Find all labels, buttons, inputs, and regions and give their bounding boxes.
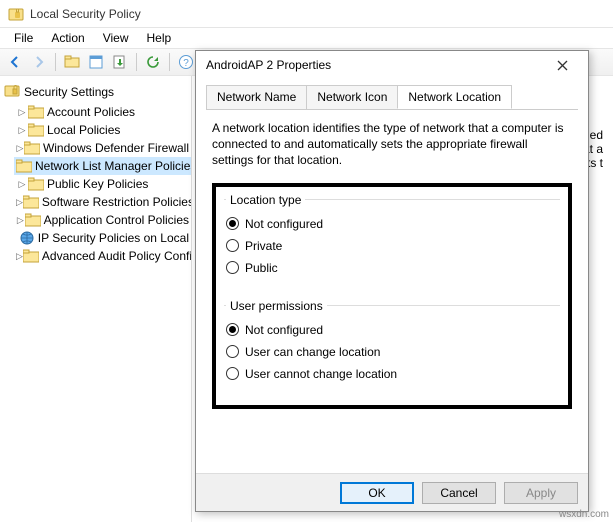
folder-button[interactable] <box>61 51 83 73</box>
dialog-titlebar[interactable]: AndroidAP 2 Properties <box>196 51 588 79</box>
radio-icon <box>226 323 239 336</box>
tree-item-application-control-policies[interactable]: ▷ Application Control Policies <box>14 211 191 229</box>
tree-panel: Security Settings ▷ Account Policies ▷ L… <box>0 76 192 522</box>
tree-item-public-key-policies[interactable]: ▷ Public Key Policies <box>14 175 191 193</box>
radio-label: User can change location <box>245 345 380 359</box>
svg-text:?: ? <box>183 58 189 69</box>
radio-icon <box>226 367 239 380</box>
tab-network-location[interactable]: Network Location <box>397 85 512 109</box>
radio-icon <box>226 261 239 274</box>
radio-label: User cannot change location <box>245 367 397 381</box>
tree-root[interactable]: Security Settings <box>0 80 191 103</box>
forward-button[interactable] <box>28 51 50 73</box>
radio-icon <box>226 217 239 230</box>
folder-icon <box>24 141 40 155</box>
tree-item-ip-security-policies[interactable]: IP Security Policies on Local <box>14 229 191 247</box>
dialog-tabs: Network Name Network Icon Network Locati… <box>196 79 588 109</box>
dialog-title: AndroidAP 2 Properties <box>206 58 546 72</box>
radio-not-configured-location[interactable]: Not configured <box>226 213 558 235</box>
tree-item-network-list-manager-policies[interactable]: Network List Manager Policies <box>14 157 191 175</box>
expand-icon[interactable]: ▷ <box>16 125 28 136</box>
radio-label: Not configured <box>245 323 323 337</box>
properties-button[interactable] <box>85 51 107 73</box>
expand-icon[interactable]: ▷ <box>16 215 25 226</box>
tree-item-label: Network List Manager Policies <box>35 159 191 173</box>
highlighted-region: Location type Not configured Private Pub… <box>212 183 572 409</box>
expand-icon[interactable]: ▷ <box>16 251 23 262</box>
tree-item-label: Public Key Policies <box>47 177 148 191</box>
close-button[interactable] <box>546 53 578 77</box>
tree-item-label: Account Policies <box>47 105 135 119</box>
expand-icon[interactable]: ▷ <box>16 107 28 118</box>
tree-item-local-policies[interactable]: ▷ Local Policies <box>14 121 191 139</box>
menu-view[interactable]: View <box>95 29 137 47</box>
tree-item-account-policies[interactable]: ▷ Account Policies <box>14 103 191 121</box>
refresh-button[interactable] <box>142 51 164 73</box>
radio-label: Not configured <box>245 217 323 231</box>
radio-user-cannot-change[interactable]: User cannot change location <box>226 363 558 385</box>
export-button[interactable] <box>109 51 131 73</box>
folder-icon <box>16 159 32 173</box>
expand-icon[interactable]: ▷ <box>16 179 28 190</box>
dialog-description: A network location identifies the type o… <box>212 120 572 169</box>
radio-user-can-change[interactable]: User can change location <box>226 341 558 363</box>
tree-item-label: Software Restriction Policies <box>42 195 191 209</box>
security-settings-icon <box>4 82 20 101</box>
menu-file[interactable]: File <box>6 29 41 47</box>
location-type-group: Location type Not configured Private Pub… <box>224 193 560 289</box>
folder-icon <box>23 249 39 263</box>
tree-item-label: IP Security Policies on Local <box>38 231 189 245</box>
dialog-body: A network location identifies the type o… <box>206 109 578 473</box>
apply-button[interactable]: Apply <box>504 482 578 504</box>
folder-icon <box>25 213 41 227</box>
menu-bar: File Action View Help <box>0 28 613 48</box>
folder-icon <box>28 105 44 119</box>
tree-item-label: Application Control Policies <box>44 213 189 227</box>
tree-item-label: Windows Defender Firewall <box>43 141 189 155</box>
folder-icon <box>28 123 44 137</box>
radio-public[interactable]: Public <box>226 257 558 279</box>
radio-icon <box>226 239 239 252</box>
tree-item-label: Advanced Audit Policy Configuration <box>42 249 191 263</box>
folder-icon <box>23 195 39 209</box>
ipsec-icon <box>19 230 35 246</box>
tab-network-name[interactable]: Network Name <box>206 85 307 109</box>
tree-item-software-restriction-policies[interactable]: ▷ Software Restriction Policies <box>14 193 191 211</box>
tree-root-label: Security Settings <box>24 85 114 99</box>
radio-icon <box>226 345 239 358</box>
dialog-buttons: OK Cancel Apply <box>196 473 588 511</box>
radio-label: Private <box>245 239 282 253</box>
tree-item-label: Local Policies <box>47 123 120 137</box>
back-button[interactable] <box>4 51 26 73</box>
window-title: Local Security Policy <box>30 7 141 21</box>
user-permissions-group: User permissions Not configured User can… <box>224 299 560 395</box>
radio-not-configured-permissions[interactable]: Not configured <box>226 319 558 341</box>
help-button[interactable]: ? <box>175 51 197 73</box>
expand-icon[interactable]: ▷ <box>16 197 23 208</box>
app-icon <box>8 6 24 22</box>
user-permissions-legend: User permissions <box>226 299 327 313</box>
tab-network-icon[interactable]: Network Icon <box>306 85 398 109</box>
menu-action[interactable]: Action <box>43 29 92 47</box>
window-titlebar: Local Security Policy <box>0 0 613 28</box>
menu-help[interactable]: Help <box>139 29 180 47</box>
ok-button[interactable]: OK <box>340 482 414 504</box>
watermark: wsxdn.com <box>559 509 609 520</box>
radio-private[interactable]: Private <box>226 235 558 257</box>
cancel-button[interactable]: Cancel <box>422 482 496 504</box>
folder-icon <box>28 177 44 191</box>
properties-dialog: AndroidAP 2 Properties Network Name Netw… <box>195 50 589 512</box>
radio-label: Public <box>245 261 278 275</box>
expand-icon[interactable]: ▷ <box>16 143 24 154</box>
tree-item-advanced-audit-policy[interactable]: ▷ Advanced Audit Policy Configuration <box>14 247 191 265</box>
location-type-legend: Location type <box>226 193 305 207</box>
tree-item-windows-defender-firewall[interactable]: ▷ Windows Defender Firewall <box>14 139 191 157</box>
